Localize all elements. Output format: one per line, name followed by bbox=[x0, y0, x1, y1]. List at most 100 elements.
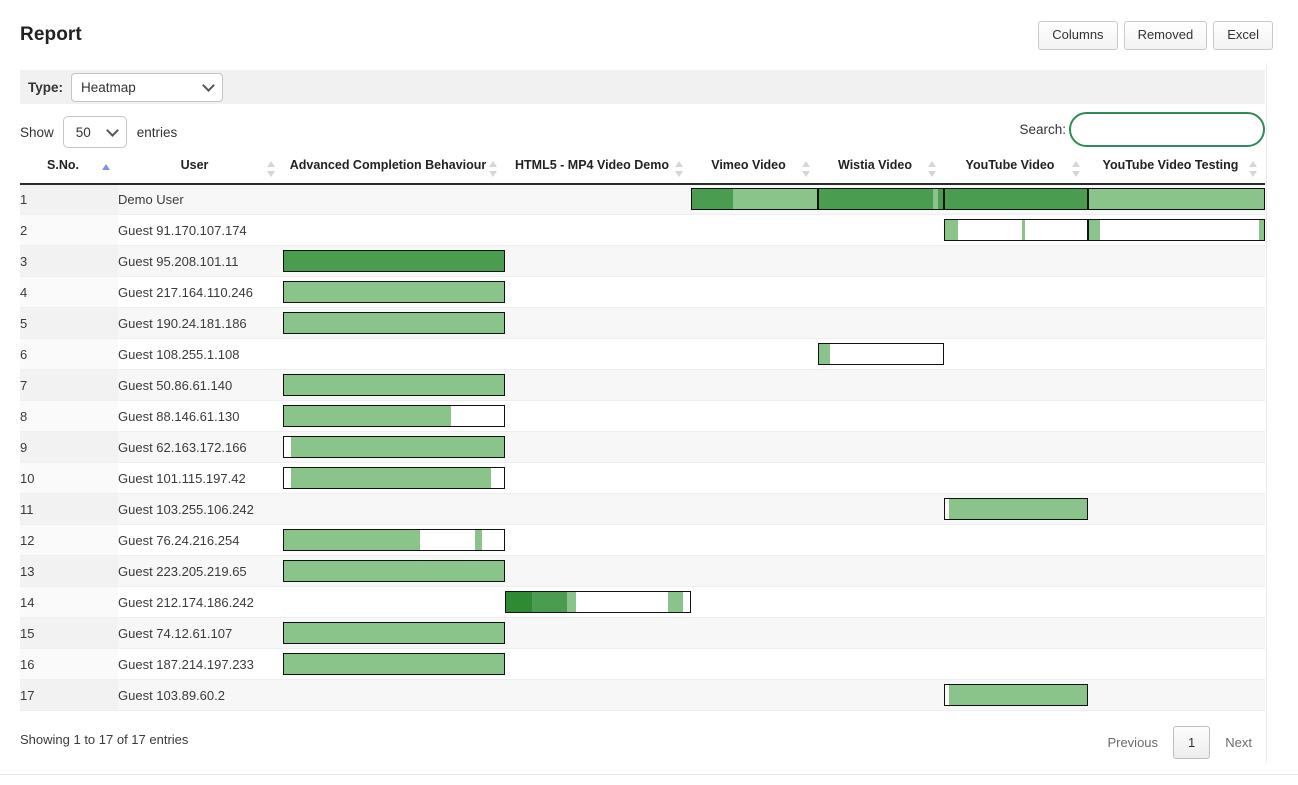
cell-user: Guest 108.255.1.108 bbox=[118, 338, 283, 371]
heatmap-bar[interactable] bbox=[944, 498, 1088, 521]
table-row[interactable]: 10 Guest 101.115.197.42 bbox=[20, 462, 1265, 495]
entries-label: entries bbox=[136, 124, 178, 140]
cell-vimeo-video bbox=[691, 183, 818, 216]
table-row[interactable]: 3 Guest 95.208.101.11 bbox=[20, 245, 1265, 278]
cell-sno: 10 bbox=[20, 462, 118, 495]
removed-button[interactable]: Removed bbox=[1123, 21, 1208, 51]
col-header-sno[interactable]: S.No. bbox=[20, 155, 118, 185]
cell-wistia-video bbox=[818, 338, 944, 371]
heatmap-bar[interactable] bbox=[1088, 188, 1265, 211]
heatmap-bar[interactable] bbox=[944, 188, 1088, 211]
heatmap-segment bbox=[938, 189, 943, 210]
cell-vimeo-video bbox=[691, 338, 818, 371]
cell-html5-mp4-video-demo bbox=[505, 245, 691, 278]
heatmap-bar[interactable] bbox=[283, 405, 505, 428]
table-row[interactable]: 14 Guest 212.174.186.242 bbox=[20, 586, 1265, 619]
sort-icon bbox=[267, 160, 276, 178]
cell-wistia-video bbox=[818, 462, 944, 495]
heatmap-bar[interactable] bbox=[283, 436, 505, 459]
heatmap-bar[interactable] bbox=[1088, 219, 1265, 242]
cell-youtube-video-testing bbox=[1088, 369, 1265, 402]
type-select[interactable]: HeatmapSummaryDetailed bbox=[71, 72, 224, 102]
cell-advanced-completion-behaviour bbox=[283, 524, 505, 557]
col-header-youtube-video[interactable]: YouTube Video bbox=[944, 155, 1088, 185]
heatmap-segment bbox=[506, 592, 532, 613]
cell-wistia-video bbox=[818, 555, 944, 588]
col-header-label: YouTube Video bbox=[965, 158, 1055, 172]
page-number-button-1[interactable]: 1 bbox=[1173, 726, 1211, 759]
heatmap-bar[interactable] bbox=[283, 622, 505, 645]
col-header-user[interactable]: User bbox=[118, 155, 283, 185]
table-row[interactable]: 6 Guest 108.255.1.108 bbox=[20, 338, 1265, 371]
show-label: Show bbox=[20, 124, 54, 140]
heatmap-bar[interactable] bbox=[818, 343, 944, 366]
cell-wistia-video bbox=[818, 431, 944, 464]
columns-button[interactable]: Columns bbox=[1038, 21, 1118, 51]
heatmap-bar[interactable] bbox=[283, 281, 505, 304]
heatmap-segment bbox=[284, 561, 504, 582]
table-row[interactable]: 7 Guest 50.86.61.140 bbox=[20, 369, 1265, 402]
page-length-select-wrapper: 102550100 bbox=[62, 116, 127, 148]
cell-advanced-completion-behaviour bbox=[283, 431, 505, 464]
table-row[interactable]: 1 Demo User bbox=[20, 183, 1265, 216]
cell-advanced-completion-behaviour bbox=[283, 338, 505, 371]
cell-wistia-video bbox=[818, 400, 944, 433]
cell-vimeo-video bbox=[691, 462, 818, 495]
col-header-advanced-completion-behaviour[interactable]: Advanced Completion Behaviour bbox=[283, 155, 505, 185]
table-row[interactable]: 4 Guest 217.164.110.246 bbox=[20, 276, 1265, 309]
heatmap-bar[interactable] bbox=[283, 560, 505, 583]
table-controls: Show 102550100 entries Search: bbox=[20, 112, 1265, 154]
cell-wistia-video bbox=[818, 369, 944, 402]
col-header-wistia-video[interactable]: Wistia Video bbox=[818, 155, 944, 185]
previous-page-button[interactable]: Previous bbox=[1094, 726, 1171, 759]
table-row[interactable]: 15 Guest 74.12.61.107 bbox=[20, 617, 1265, 650]
cell-advanced-completion-behaviour bbox=[283, 245, 505, 278]
cell-sno: 17 bbox=[20, 679, 118, 712]
heatmap-segment bbox=[945, 220, 958, 241]
page-length-select[interactable]: 102550100 bbox=[62, 116, 127, 148]
excel-button[interactable]: Excel bbox=[1213, 21, 1273, 51]
table-row[interactable]: 2 Guest 91.170.107.174 bbox=[20, 214, 1265, 247]
sort-icon bbox=[1249, 160, 1258, 178]
cell-youtube-video-testing bbox=[1088, 648, 1265, 681]
table-row[interactable]: 9 Guest 62.163.172.166 bbox=[20, 431, 1265, 464]
search-input[interactable] bbox=[1069, 112, 1265, 147]
table-row[interactable]: 16 Guest 187.214.197.233 bbox=[20, 648, 1265, 681]
heatmap-bar[interactable] bbox=[691, 188, 818, 211]
col-header-vimeo-video[interactable]: Vimeo Video bbox=[691, 155, 818, 185]
cell-user: Demo User bbox=[118, 183, 283, 216]
heatmap-bar[interactable] bbox=[818, 188, 944, 211]
table-row[interactable]: 8 Guest 88.146.61.130 bbox=[20, 400, 1265, 433]
right-scroll-rail[interactable] bbox=[1266, 63, 1298, 763]
heatmap-bar[interactable] bbox=[944, 684, 1088, 707]
cell-sno: 4 bbox=[20, 276, 118, 309]
heatmap-segment bbox=[284, 313, 504, 334]
cell-youtube-video bbox=[944, 245, 1088, 278]
cell-youtube-video bbox=[944, 431, 1088, 464]
col-header-html5-mp4-video-demo[interactable]: HTML5 - MP4 Video Demo bbox=[505, 155, 691, 185]
heatmap-bar[interactable] bbox=[283, 374, 505, 397]
heatmap-bar[interactable] bbox=[283, 467, 505, 490]
next-page-button[interactable]: Next bbox=[1212, 726, 1265, 759]
col-header-label: Vimeo Video bbox=[711, 158, 786, 172]
heatmap-bar[interactable] bbox=[283, 529, 505, 552]
col-header-label: Advanced Completion Behaviour bbox=[289, 158, 487, 172]
heatmap-bar[interactable] bbox=[283, 250, 505, 273]
heatmap-bar[interactable] bbox=[944, 219, 1088, 242]
table-row[interactable]: 11 Guest 103.255.106.242 bbox=[20, 493, 1265, 526]
table-row[interactable]: 13 Guest 223.205.219.65 bbox=[20, 555, 1265, 588]
cell-youtube-video-testing bbox=[1088, 431, 1265, 464]
cell-user: Guest 190.24.181.186 bbox=[118, 307, 283, 340]
table-row[interactable]: 12 Guest 76.24.216.254 bbox=[20, 524, 1265, 557]
table-row[interactable]: 17 Guest 103.89.60.2 bbox=[20, 679, 1265, 712]
heatmap-bar[interactable] bbox=[283, 312, 505, 335]
heatmap-bar[interactable] bbox=[283, 653, 505, 676]
cell-sno: 5 bbox=[20, 307, 118, 340]
cell-wistia-video bbox=[818, 493, 944, 526]
cell-wistia-video bbox=[818, 524, 944, 557]
table-row[interactable]: 5 Guest 190.24.181.186 bbox=[20, 307, 1265, 340]
cell-sno: 7 bbox=[20, 369, 118, 402]
heatmap-bar[interactable] bbox=[505, 591, 691, 614]
heatmap-segment bbox=[284, 251, 504, 272]
col-header-youtube-video-testing[interactable]: YouTube Video Testing bbox=[1088, 155, 1265, 185]
